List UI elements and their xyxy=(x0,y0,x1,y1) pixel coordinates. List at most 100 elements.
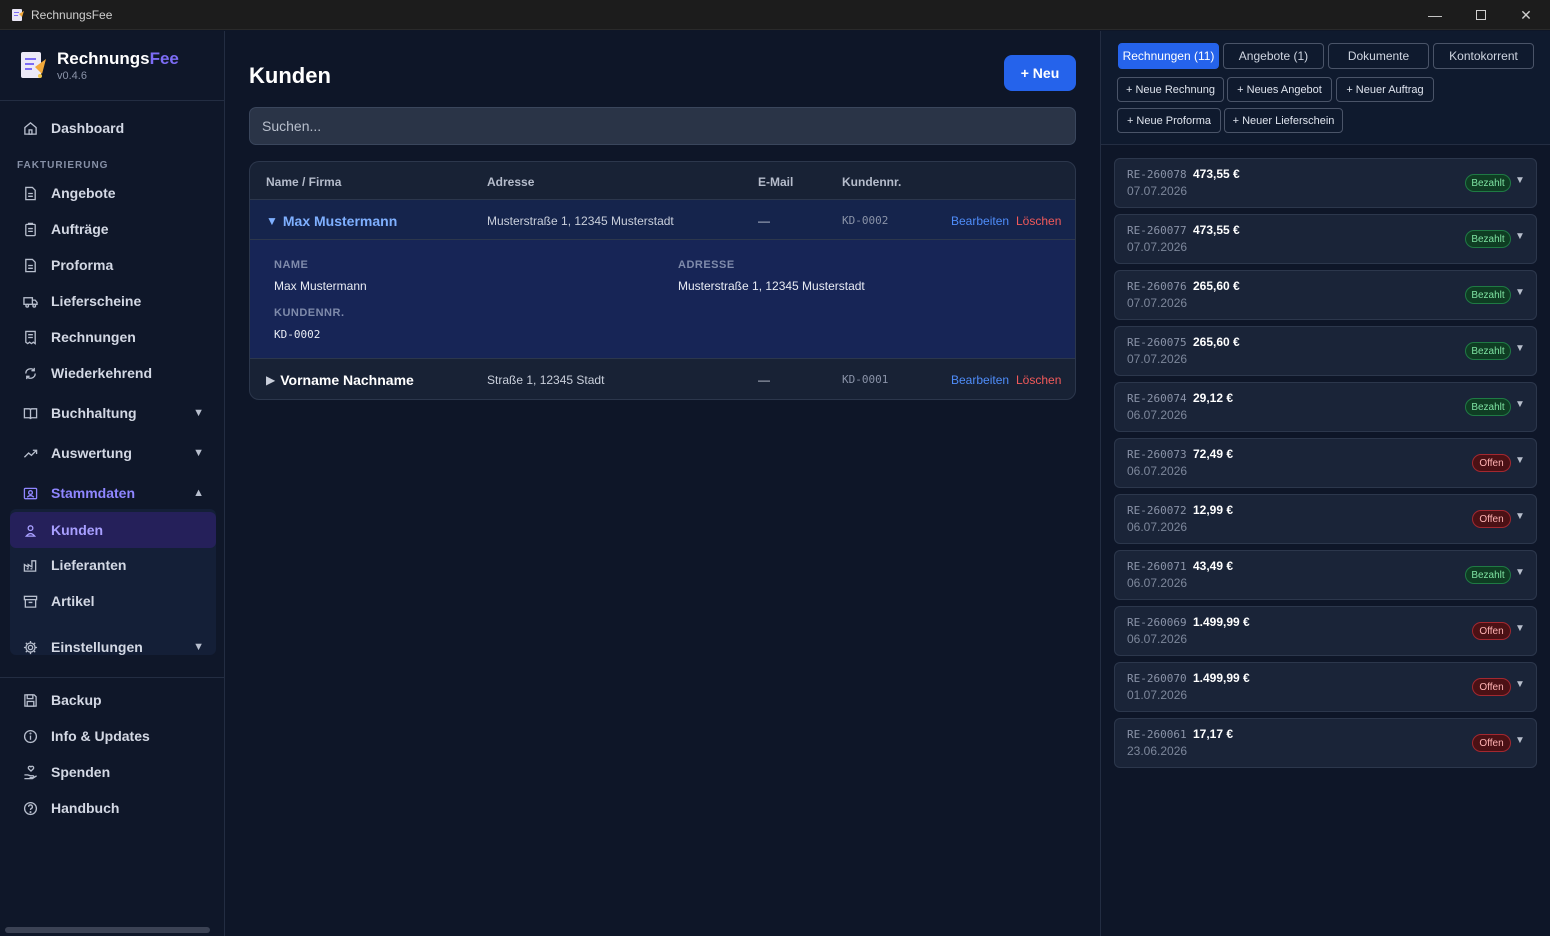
column-header: Name / Firma xyxy=(266,175,342,189)
invoice-card[interactable]: RE-260074 29,12 € 06.07.2026 Bezahlt ▼ xyxy=(1114,382,1537,432)
nav-backup[interactable]: Backup xyxy=(10,683,216,717)
invoice-card[interactable]: RE-260069 1.499,99 € 06.07.2026 Offen ▼ xyxy=(1114,606,1537,656)
new-quote-button[interactable]: + Neues Angebot xyxy=(1227,77,1332,102)
nav-label: Stammdaten xyxy=(51,485,136,501)
nav-label: Backup xyxy=(51,692,102,708)
clipboard-icon xyxy=(25,222,36,236)
table-row[interactable]: ▶ Vorname Nachname Straße 1, 12345 Stadt… xyxy=(250,358,1075,399)
nav-lieferscheine[interactable]: Lieferscheine xyxy=(10,284,216,318)
close-icon[interactable]: ✕ xyxy=(1503,0,1549,30)
chevron-down-icon[interactable]: ▼ xyxy=(1515,679,1525,690)
invoice-date: 01.07.2026 xyxy=(1127,688,1188,702)
nav-artikel[interactable]: Artikel xyxy=(10,584,216,618)
page-title: Kunden xyxy=(249,63,331,88)
chevron-down-icon: ▼ xyxy=(193,447,204,459)
nav-label: Angebote xyxy=(51,185,116,201)
customer-name: Vorname Nachname xyxy=(280,371,414,388)
new-invoice-button[interactable]: + Neue Rechnung xyxy=(1117,77,1224,102)
nav-einstellungen[interactable]: Einstellungen ▼ xyxy=(10,630,216,664)
chevron-down-icon[interactable]: ▼ xyxy=(1515,175,1525,186)
nav-buchhaltung[interactable]: Buchhaltung ▼ xyxy=(10,396,216,430)
chevron-down-icon[interactable]: ▼ xyxy=(1515,735,1525,746)
chevron-down-icon: ▼ xyxy=(193,641,204,653)
expand-icon[interactable]: ▼ xyxy=(266,214,278,228)
nav-handbuch[interactable]: Handbuch xyxy=(10,791,216,825)
customer-documents-panel: Rechnungen (11) Angebote (1) Dokumente K… xyxy=(1100,31,1550,936)
delete-link[interactable]: Löschen xyxy=(1016,200,1061,241)
invoice-amount: 72,49 € xyxy=(1193,447,1234,461)
new-delivery-note-button[interactable]: + Neuer Lieferschein xyxy=(1224,108,1343,133)
nav-spenden[interactable]: Spenden xyxy=(10,755,216,789)
chevron-down-icon[interactable]: ▼ xyxy=(1515,623,1525,634)
new-customer-button[interactable]: + Neu xyxy=(1004,55,1076,91)
invoice-card[interactable]: RE-260073 72,49 € 06.07.2026 Offen ▼ xyxy=(1114,438,1537,488)
tab-dokumente[interactable]: Dokumente xyxy=(1328,43,1429,69)
trend-icon xyxy=(23,449,38,458)
table-row[interactable]: ▼ Max Mustermann Musterstraße 1, 12345 M… xyxy=(250,199,1075,241)
new-proforma-button[interactable]: + Neue Proforma xyxy=(1117,108,1221,133)
invoice-card[interactable]: RE-260078 473,55 € 07.07.2026 Bezahlt ▼ xyxy=(1114,158,1537,208)
edit-link[interactable]: Bearbeiten xyxy=(951,359,1009,399)
invoice-amount: 17,17 € xyxy=(1193,727,1234,741)
nav-dashboard[interactable]: Dashboard xyxy=(10,111,216,145)
tab-kontokorrent[interactable]: Kontokorrent xyxy=(1433,43,1534,69)
invoice-number: RE-260061 xyxy=(1127,728,1187,741)
invoice-card[interactable]: RE-260077 473,55 € 07.07.2026 Bezahlt ▼ xyxy=(1114,214,1537,264)
nav-auftraege[interactable]: Aufträge xyxy=(10,212,216,246)
delete-link[interactable]: Löschen xyxy=(1016,359,1061,399)
nav-kunden[interactable]: Kunden xyxy=(10,512,216,548)
invoice-card[interactable]: RE-260070 1.499,99 € 01.07.2026 Offen ▼ xyxy=(1114,662,1537,712)
new-order-button[interactable]: + Neuer Auftrag xyxy=(1336,77,1434,102)
expand-icon[interactable]: ▶ xyxy=(266,373,275,387)
chevron-down-icon[interactable]: ▼ xyxy=(1515,455,1525,466)
customer-name-cell[interactable]: ▼ Max Mustermann xyxy=(266,200,397,241)
invoice-date: 06.07.2026 xyxy=(1127,408,1188,422)
edit-link[interactable]: Bearbeiten xyxy=(951,200,1009,241)
sidebar-scrollbar[interactable] xyxy=(5,927,210,933)
column-header: E-Mail xyxy=(758,175,794,189)
chevron-down-icon[interactable]: ▼ xyxy=(1515,511,1525,522)
invoice-card[interactable]: RE-260071 43,49 € 06.07.2026 Bezahlt ▼ xyxy=(1114,550,1537,600)
customer-name-cell[interactable]: ▶ Vorname Nachname xyxy=(266,359,414,399)
customer-table: Name / Firma Adresse E-Mail Kundennr. ▼ … xyxy=(249,161,1076,400)
invoice-card[interactable]: RE-260072 12,99 € 06.07.2026 Offen ▼ xyxy=(1114,494,1537,544)
chevron-down-icon[interactable]: ▼ xyxy=(1515,567,1525,578)
nav-label: Auswertung xyxy=(51,445,132,461)
invoice-card[interactable]: RE-260061 17,17 € 23.06.2026 Offen ▼ xyxy=(1114,718,1537,768)
chevron-down-icon[interactable]: ▼ xyxy=(1515,287,1525,298)
nav-auswertung[interactable]: Auswertung ▼ xyxy=(10,436,216,470)
nav-lieferanten[interactable]: Lieferanten xyxy=(10,548,216,582)
invoice-date: 07.07.2026 xyxy=(1127,352,1188,366)
invoice-card[interactable]: RE-260076 265,60 € 07.07.2026 Bezahlt ▼ xyxy=(1114,270,1537,320)
status-badge: Offen xyxy=(1472,454,1511,472)
nav-stammdaten[interactable]: Stammdaten ▲ xyxy=(10,476,216,510)
chevron-down-icon[interactable]: ▼ xyxy=(1515,343,1525,354)
chevron-down-icon[interactable]: ▼ xyxy=(1515,231,1525,242)
nav-info[interactable]: Info & Updates xyxy=(10,719,216,753)
invoice-number: RE-260074 xyxy=(1127,392,1187,405)
search-input[interactable] xyxy=(249,107,1076,145)
minimize-icon[interactable]: — xyxy=(1412,0,1458,30)
invoice-amount: 473,55 € xyxy=(1193,167,1240,181)
nav-proforma[interactable]: Proforma xyxy=(10,248,216,282)
invoice-card[interactable]: RE-260075 265,60 € 07.07.2026 Bezahlt ▼ xyxy=(1114,326,1537,376)
main-content: Kunden + Neu Name / Firma Adresse E-Mail… xyxy=(225,31,1100,936)
column-header: Kundennr. xyxy=(842,175,902,189)
tab-angebote[interactable]: Angebote (1) xyxy=(1223,43,1324,69)
invoice-amount: 473,55 € xyxy=(1193,223,1240,237)
invoice-number: RE-260069 xyxy=(1127,616,1187,629)
chevron-down-icon[interactable]: ▼ xyxy=(1515,399,1525,410)
nav-label: Proforma xyxy=(51,257,114,273)
status-badge: Offen xyxy=(1472,734,1511,752)
nav-angebote[interactable]: Angebote xyxy=(10,176,216,210)
archive-icon xyxy=(23,595,38,608)
invoice-date: 23.06.2026 xyxy=(1127,744,1188,758)
customer-details: NAME Max Mustermann ADRESSE Musterstraße… xyxy=(250,240,1075,358)
nav-rechnungen[interactable]: Rechnungen xyxy=(10,320,216,354)
nav-wiederkehrend[interactable]: Wiederkehrend xyxy=(10,356,216,390)
nav-label: Rechnungen xyxy=(51,329,136,345)
nav-label: Dashboard xyxy=(51,120,125,136)
maximize-icon[interactable] xyxy=(1458,0,1504,30)
receipt-icon xyxy=(25,330,36,345)
tab-rechnungen[interactable]: Rechnungen (11) xyxy=(1118,43,1219,69)
